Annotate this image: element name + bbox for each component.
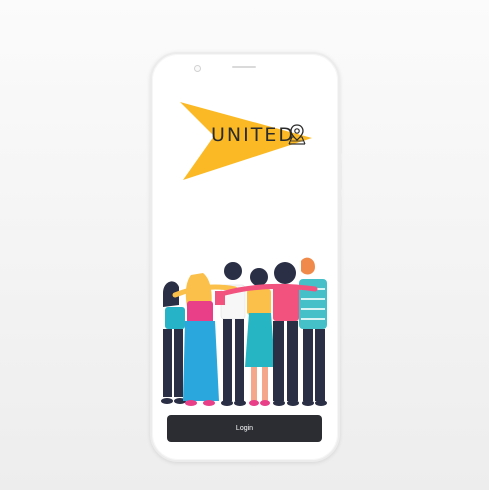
phone-side-button [339,196,342,226]
phone-side-button [339,140,342,154]
people-group-illustration [161,257,327,406]
brand-name: UNITED [211,124,295,146]
front-camera [194,65,201,72]
phone-side-button [339,160,342,190]
login-button[interactable]: Login [167,415,322,442]
map-pin-icon [288,124,306,145]
earpiece-speaker [232,66,256,68]
